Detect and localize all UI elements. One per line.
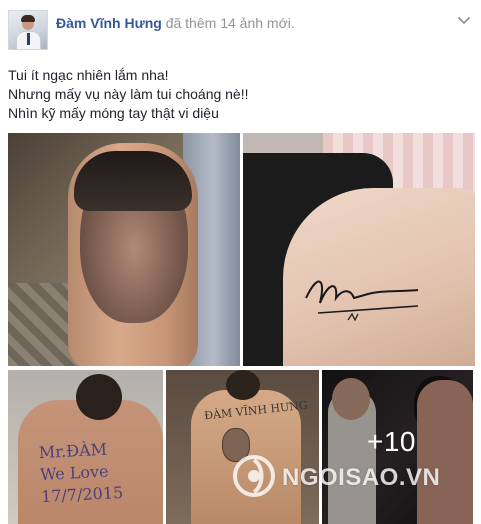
message-line: Nhưng mấy vụ này làm tui choáng nè!! [8, 86, 249, 102]
back-portrait [222, 428, 250, 462]
more-photos-count[interactable]: +10 [367, 426, 416, 458]
action-prefix: đã thêm [165, 15, 217, 31]
author-avatar[interactable] [8, 10, 48, 50]
avatar-hair [21, 15, 35, 22]
photo-back-portrait[interactable]: ĐÀM VĨNH HƯNG [166, 370, 319, 524]
action-count: 14 [220, 15, 236, 31]
action-suffix: ảnh mới. [239, 15, 295, 31]
photo-signature-tattoo[interactable] [243, 133, 475, 366]
message-line: Tui ít ngạc nhiên lắm nha! [8, 67, 169, 83]
avatar-tie [27, 33, 30, 45]
author-name-link[interactable]: Đàm Vĩnh Hưng [56, 15, 162, 31]
post-header: Đàm Vĩnh Hưng đã thêm 14 ảnh mới. [56, 14, 295, 32]
photo-more[interactable]: +10 [322, 370, 473, 524]
tattoo-hair [74, 151, 192, 211]
photo-head [76, 374, 122, 420]
photo-arm-portrait-tattoo[interactable] [8, 133, 240, 366]
post-message: Tui ít ngạc nhiên lắm nha! Nhưng mấy vụ … [8, 66, 249, 123]
message-line: Nhìn kỹ mấy móng tay thật vi diệu [8, 105, 219, 121]
photo-back-writing[interactable]: Mr.ĐÀM We Love 17/7/2015 [8, 370, 163, 524]
chevron-down-icon[interactable] [457, 14, 471, 26]
signature-tattoo [305, 280, 419, 322]
facebook-post: Đàm Vĩnh Hưng đã thêm 14 ảnh mới. Tui ít… [0, 0, 481, 524]
back-writing-line: 17/7/2015 [40, 482, 124, 507]
photo-head [226, 370, 260, 400]
back-writing: Mr.ĐÀM We Love 17/7/2015 [38, 438, 123, 508]
